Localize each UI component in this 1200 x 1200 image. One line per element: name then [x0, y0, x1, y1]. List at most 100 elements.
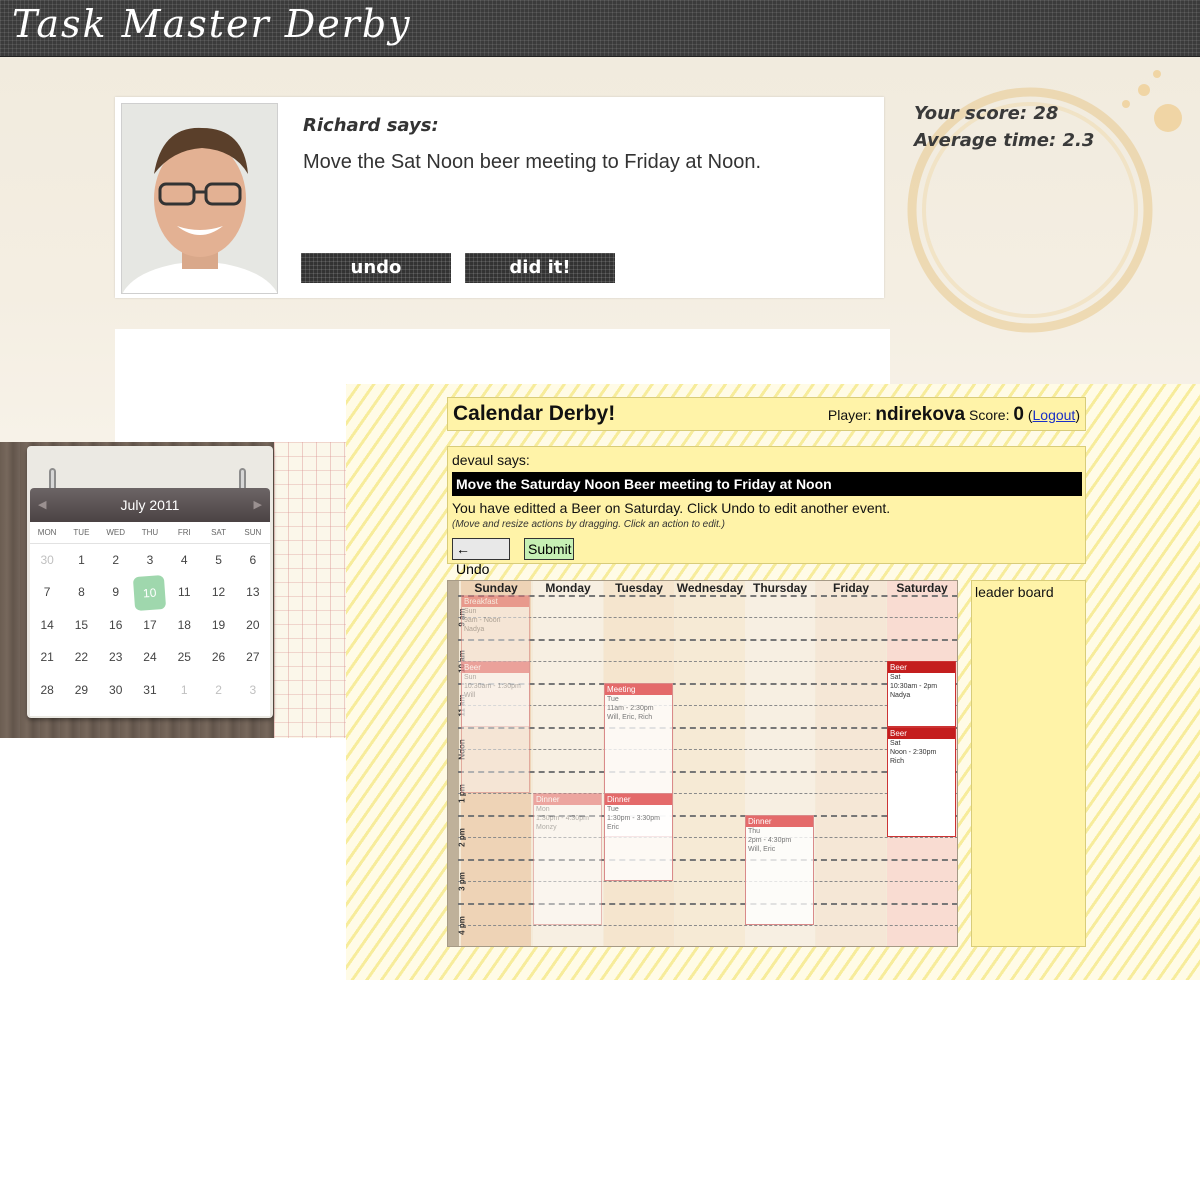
mini-calendar-day[interactable]: 4: [167, 544, 201, 576]
day-number: 26: [211, 650, 226, 665]
mini-calendar-day[interactable]: 15: [64, 609, 98, 641]
hour-label: 4 pm: [457, 916, 467, 935]
mini-calendar-day[interactable]: 17: [133, 609, 167, 641]
mini-calendar-day[interactable]: 11: [167, 576, 201, 608]
undo-button[interactable]: undo: [301, 253, 451, 283]
event-details: Sat Noon - 2:30pm Rich: [890, 740, 937, 765]
time-gridline: [458, 661, 957, 662]
calendar-event[interactable]: Dinner Thu 2pm - 4:30pm Will, Eric: [745, 815, 814, 925]
calendar-event[interactable]: Beer Sun 10:30am - 1:30pm Will: [461, 661, 530, 793]
day-number: 6: [249, 553, 257, 567]
day-header: Tuesday: [615, 581, 663, 595]
mini-calendar-day[interactable]: 6: [236, 544, 270, 576]
app-title: Task Master Derby: [12, 2, 412, 46]
mini-calendar-day[interactable]: 7: [30, 576, 64, 608]
mini-calendar-week: 7 8 9 10 11 12 13: [30, 575, 270, 612]
prev-month-icon[interactable]: ◀: [38, 488, 46, 522]
day-number: 24: [143, 650, 157, 665]
mini-calendar-weekdays: MON TUE WED THU FRI SAT SUN: [30, 522, 270, 544]
mini-calendar-day[interactable]: 8: [64, 576, 98, 608]
day-number: 30: [40, 553, 54, 567]
player-label: Player:: [827, 407, 872, 423]
mini-calendar-day[interactable]: 26: [201, 641, 235, 673]
mini-calendar-day[interactable]: 16: [99, 609, 133, 641]
mini-calendar-day[interactable]: 20: [236, 609, 270, 641]
time-gridline: [458, 925, 957, 926]
weekday-label: TUE: [73, 528, 90, 537]
day-header: Friday: [832, 581, 869, 595]
mini-calendar-day[interactable]: 1: [64, 544, 98, 576]
derby-hint: (Move and resize actions by dragging. Cl…: [452, 519, 725, 530]
event-details: Thu 2pm - 4:30pm Will, Eric: [748, 828, 792, 853]
weekday-label: THU: [141, 528, 159, 537]
day-number: 18: [177, 617, 191, 632]
mini-calendar-day[interactable]: 5: [201, 544, 235, 576]
weekday-label: SUN: [244, 528, 262, 537]
day-number: 23: [109, 650, 123, 665]
mini-calendar-day[interactable]: 31: [133, 674, 167, 706]
day-number: 1: [180, 682, 188, 697]
speaker-avatar: [121, 103, 278, 294]
top-bar: Task Master Derby: [0, 0, 1200, 57]
derby-task: Move the Saturday Noon Beer meeting to F…: [452, 472, 1082, 496]
day-number: 22: [74, 650, 89, 665]
mini-calendar-day[interactable]: 19: [201, 609, 235, 641]
mini-calendar-day[interactable]: 14: [30, 609, 64, 641]
mini-calendar-day[interactable]: 3: [236, 674, 270, 706]
score-panel: Your score: 28 Average time: 2.3: [914, 100, 1094, 154]
score-label: Score:: [969, 407, 1010, 423]
event-details: Sun 9am - Noon Nadya: [464, 608, 501, 633]
mini-calendar-day[interactable]: 27: [236, 641, 270, 673]
day-number: 8: [78, 585, 85, 600]
event-title: Dinner: [746, 816, 813, 827]
mini-calendar-day[interactable]: 18: [167, 609, 201, 641]
time-gridline: [458, 727, 957, 729]
mini-calendar-day[interactable]: 28: [30, 674, 64, 706]
day-number: 21: [40, 650, 54, 665]
weekday-label: MON: [37, 528, 57, 537]
mini-calendar-day[interactable]: 21: [30, 641, 64, 673]
event-title: Dinner: [534, 794, 601, 805]
mini-calendar-weeks: 30 1 2 3 4 5 6 7 8 9 10 11 12 13 14 15 16 17 18 19 20 21 22 23 2…: [30, 544, 270, 706]
time-gridline: [458, 705, 957, 706]
mini-calendar-day[interactable]: 24: [133, 641, 167, 673]
calendar-event[interactable]: Beer Sat Noon - 2:30pm Rich: [887, 727, 956, 837]
mini-calendar-day[interactable]: 29: [64, 674, 98, 706]
event-title: Breakfast: [462, 596, 529, 607]
mini-calendar-day[interactable]: 2: [99, 544, 133, 576]
event-details: Mon 1:30pm - 4:30pm Monzy: [536, 806, 589, 831]
calendar-event[interactable]: Dinner Mon 1:30pm - 4:30pm Monzy: [533, 793, 602, 925]
mini-calendar-day[interactable]: 30: [30, 544, 64, 576]
day-number: 12: [211, 585, 226, 600]
mini-calendar-day[interactable]: 23: [99, 641, 133, 673]
mini-calendar-day[interactable]: 30: [99, 674, 133, 706]
did-it-button[interactable]: did it!: [465, 253, 615, 283]
calendar-event[interactable]: Beer Sat 10:30am - 2pm Nadya: [887, 661, 956, 727]
mini-calendar-day[interactable]: 3: [133, 544, 167, 576]
mini-calendar-day[interactable]: 1: [167, 674, 201, 706]
leader-board-title: leader board: [975, 584, 1054, 600]
mini-calendar: ◀ July 2011 ▶ MON TUE WED THU FRI SAT SU…: [27, 446, 273, 718]
leader-board: leader board: [971, 580, 1086, 947]
next-month-icon[interactable]: ▶: [254, 488, 262, 522]
day-header: Saturday: [896, 581, 948, 595]
derby-submit-button[interactable]: Submit: [524, 538, 574, 560]
calendar-event[interactable]: Dinner Tue 1:30pm - 3:30pm Eric: [604, 793, 673, 881]
mini-calendar-day[interactable]: 22: [64, 641, 98, 673]
mini-calendar-day[interactable]: 12: [201, 576, 235, 608]
mini-calendar-day[interactable]: 2: [201, 674, 235, 706]
mini-calendar-today[interactable]: 10: [133, 575, 167, 612]
mini-calendar-day[interactable]: 9: [99, 576, 133, 608]
day-number: 7: [43, 585, 51, 600]
mini-calendar-day[interactable]: 13: [236, 576, 270, 608]
event-details: Sun 10:30am - 1:30pm Will: [464, 674, 521, 699]
derby-speaker: devaul says:: [452, 452, 530, 468]
day-number: 20: [246, 617, 260, 632]
day-header: Monday: [545, 581, 591, 595]
mini-calendar-day[interactable]: 25: [167, 641, 201, 673]
day-number: 14: [40, 617, 54, 632]
day-number: 3: [249, 682, 257, 697]
logout-link[interactable]: Logout: [1033, 407, 1076, 423]
derby-undo-button[interactable]: ← Undo: [452, 538, 510, 577]
event-title: Beer: [888, 728, 955, 739]
